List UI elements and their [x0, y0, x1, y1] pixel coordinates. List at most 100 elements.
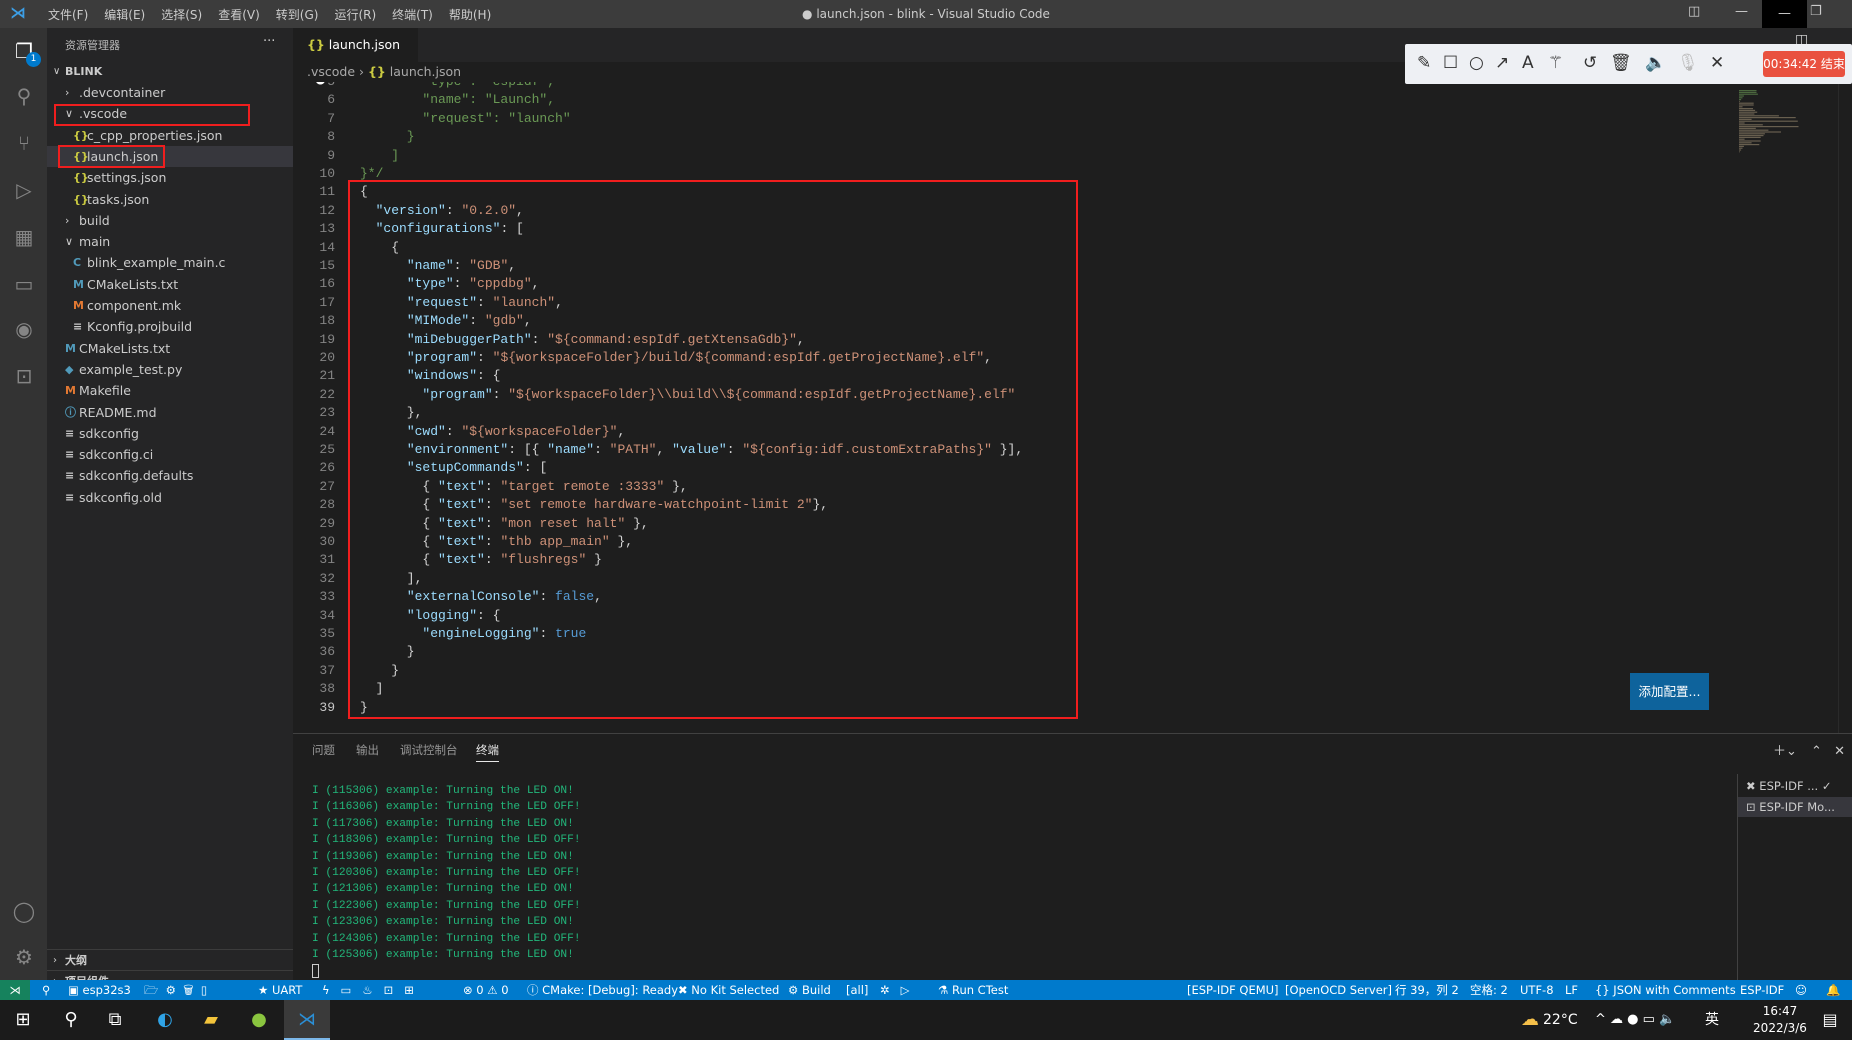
kit-selector[interactable]: ✖ No Kit Selected [678, 980, 779, 1000]
weather-temp[interactable]: 22°C [1543, 1000, 1578, 1040]
run-ctest-button[interactable]: ⚗ Run CTest [938, 980, 1008, 1000]
menu-item[interactable]: 查看(V) [210, 6, 268, 23]
qemu-status[interactable]: [ESP-IDF QEMU] [1187, 980, 1279, 1000]
esp-idf-status[interactable]: ESP-IDF [1740, 980, 1784, 1000]
tree-item[interactable]: › .devcontainer [47, 82, 293, 103]
debug-icons[interactable]: ✲ ▷ [880, 980, 909, 1000]
esp-target[interactable]: ▣ esp32s3 [68, 980, 131, 1000]
panel-tab[interactable]: 调试控制台 [400, 742, 458, 758]
more-actions-button[interactable]: ··· [263, 34, 275, 49]
tree-item[interactable]: ◆ example_test.py [47, 359, 293, 380]
new-terminal-icon[interactable]: ＋⌄ [1773, 744, 1797, 759]
menu-item[interactable]: 运行(R) [326, 6, 384, 23]
mic-muted-icon[interactable]: 🎙 [1677, 53, 1699, 73]
gear-icon[interactable]: ⚙ [11, 944, 37, 970]
magic-wand-icon[interactable]: ⚚ [1548, 53, 1563, 73]
terminal-item[interactable]: ⊡ ESP-IDF Mo... [1738, 797, 1852, 817]
cmake-status[interactable]: ⓘ CMake: [Debug]: Ready [527, 980, 678, 1000]
app-icon[interactable]: ● [236, 1000, 282, 1040]
search-icon[interactable]: ⚲ [48, 1000, 94, 1040]
search-icon[interactable]: ⚲ [11, 83, 37, 109]
tree-item[interactable]: {} tasks.json [47, 189, 293, 210]
menu-item[interactable]: 编辑(E) [96, 6, 153, 23]
panel-tab[interactable]: 输出 [356, 742, 379, 758]
build-target[interactable]: [all] [846, 980, 868, 1000]
language-mode[interactable]: {} JSON with Comments [1595, 980, 1736, 1000]
speaker-icon[interactable]: 🔈 [1645, 53, 1666, 73]
menu-item[interactable]: 帮助(H) [441, 6, 499, 23]
account-icon[interactable]: ◯ [11, 898, 37, 924]
circle-icon[interactable]: ○ [1469, 53, 1484, 73]
indentation[interactable]: 空格: 2 [1470, 980, 1508, 1000]
uart-button[interactable]: ★ UART [258, 980, 302, 1000]
maximize-panel-icon[interactable]: ⌃ [1811, 744, 1822, 759]
line-ending[interactable]: LF [1565, 980, 1578, 1000]
vscode-taskbar-icon[interactable]: ⋊ [284, 1000, 330, 1040]
extensions-icon[interactable]: ▦ [11, 224, 37, 250]
undo-icon[interactable]: ↺ [1583, 53, 1597, 73]
problems-count[interactable]: ⊗ 0 ⚠ 0 [463, 980, 509, 1000]
panel-tab[interactable]: 终端 [476, 742, 499, 762]
notifications-icon[interactable]: 🔔 [1826, 980, 1840, 1000]
workspace-root[interactable]: ∨ BLINK [47, 61, 293, 82]
tree-item[interactable]: Mcomponent.mk [47, 295, 293, 316]
encoding[interactable]: UTF-8 [1520, 980, 1554, 1000]
status-action-icons[interactable]: ϟ ▭ ♨ ⊡ ⊞ [322, 980, 414, 1000]
action-center-icon[interactable]: ▤ [1810, 1000, 1850, 1040]
remote-explorer-icon[interactable]: ▭ [11, 271, 37, 297]
tree-item[interactable]: {} c_cpp_properties.json [47, 125, 293, 146]
menu-item[interactable]: 转到(G) [268, 6, 327, 23]
cursor-position[interactable]: 行 39，列 2 [1395, 980, 1459, 1000]
clock[interactable]: 16:47 2022/3/6 [1740, 1003, 1820, 1037]
breadcrumb-file[interactable]: launch.json [390, 64, 461, 79]
tree-item[interactable]: ≡ sdkconfig.old [47, 487, 293, 508]
minimap[interactable] [1733, 90, 1823, 160]
build-button[interactable]: ⚙ Build [788, 980, 831, 1000]
tree-item[interactable]: ≡ sdkconfig.defaults [47, 465, 293, 486]
editor-scrollbar[interactable] [1838, 82, 1852, 733]
status-tool-icons[interactable]: 🗁 ⚙ 🗑 ▯ [144, 980, 207, 1000]
tree-item[interactable]: › build [47, 210, 293, 231]
task-view-icon[interactable]: ⧉ [92, 1000, 138, 1040]
ime-indicator[interactable]: 英 [1705, 1000, 1719, 1040]
test-icon[interactable]: ⊡ [11, 363, 37, 389]
esp-idf-icon[interactable]: ◉ [11, 316, 37, 342]
windows-start-icon[interactable]: ⊞ [0, 1000, 46, 1040]
arrow-icon[interactable]: ↗ [1495, 53, 1509, 73]
menu-item[interactable]: 终端(T) [384, 6, 441, 23]
menu-item[interactable]: 选择(S) [153, 6, 210, 23]
restore-button[interactable]: ❐ [1810, 4, 1822, 19]
panel-tab[interactable]: 问题 [312, 742, 335, 758]
close-panel-icon[interactable]: ✕ [1834, 744, 1845, 759]
openocd-status[interactable]: [OpenOCD Server] [1285, 980, 1392, 1000]
tree-item[interactable]: Cblink_example_main.c [47, 252, 293, 273]
source-control-icon[interactable]: ⑂ [11, 130, 37, 156]
end-recording-button[interactable]: 00:34:42 结束 [1763, 51, 1845, 77]
tree-item[interactable]: ≡ Kconfig.projbuild [47, 316, 293, 337]
tree-item[interactable]: M CMakeLists.txt [47, 274, 293, 295]
tree-item[interactable]: {} settings.json [47, 167, 293, 188]
terminal-item[interactable]: ✖ ESP-IDF ... ✓ [1738, 776, 1852, 796]
pencil-icon[interactable]: ✎ [1417, 53, 1431, 73]
layout-icon[interactable]: ◫ [1688, 4, 1700, 19]
rectangle-icon[interactable]: ☐ [1443, 53, 1458, 73]
minimize-button[interactable]: — [1735, 4, 1748, 19]
file-explorer-icon[interactable]: ▰ [188, 1000, 234, 1040]
trash-icon[interactable]: 🗑 [1610, 53, 1632, 73]
tree-item[interactable]: M CMakeLists.txt [47, 338, 293, 359]
tree-item[interactable]: M Makefile [47, 380, 293, 401]
tree-item[interactable]: ≡ sdkconfig [47, 423, 293, 444]
run-debug-icon[interactable]: ▷ [11, 177, 37, 203]
tree-item[interactable]: ∨ main [47, 231, 293, 252]
tree-item[interactable]: ≡ sdkconfig.ci [47, 444, 293, 465]
breadcrumb-folder[interactable]: .vscode [307, 64, 355, 79]
plug-icon[interactable]: ⚲ [42, 980, 50, 1000]
remote-icon[interactable]: ⋊ [0, 980, 30, 1000]
tray-icons[interactable]: ^ ☁ ● ▭ 🔈 [1595, 1000, 1675, 1040]
minimize-hover[interactable]: — [1762, 0, 1807, 28]
outline-section[interactable]: › 大纲 [47, 949, 293, 970]
tree-item[interactable]: ⓘ README.md [47, 402, 293, 423]
menu-item[interactable]: 文件(F) [40, 6, 96, 23]
close-icon[interactable]: ✕ [1710, 53, 1724, 73]
edge-icon[interactable]: ◐ [142, 1000, 188, 1040]
